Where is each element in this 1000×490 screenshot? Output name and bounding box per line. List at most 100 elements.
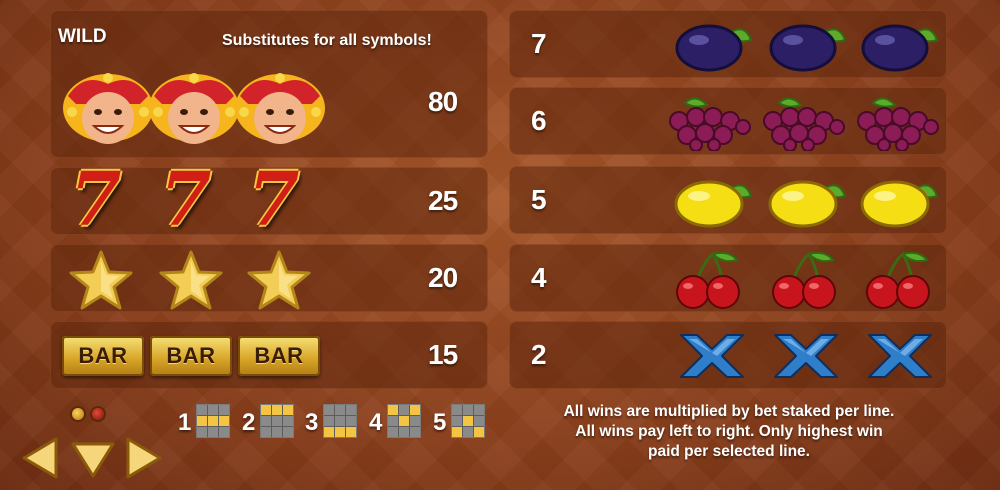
rules-line-1: All wins are multiplied by bet staked pe… [563, 403, 895, 420]
paytable-row-bar: BAR BAR BAR 15 [50, 321, 488, 389]
paytable-row-star: 20 [50, 244, 488, 312]
payline-1-grid [196, 404, 230, 438]
seven-icon: 7 [160, 157, 212, 243]
payline-cell [399, 427, 409, 437]
plum-icon [861, 24, 939, 72]
bar-payout: 15 [428, 339, 458, 370]
payline-cell [335, 416, 345, 426]
payline-cell [197, 405, 207, 415]
payline-5-grid [451, 404, 485, 438]
payline-cell [208, 405, 218, 415]
payline-cell [410, 416, 420, 426]
payline-cell [197, 416, 207, 426]
grapes-icon [763, 97, 845, 151]
lemon-payout: 5 [531, 184, 547, 215]
payline-cell [388, 405, 398, 415]
star-payout: 20 [428, 262, 458, 293]
star-icon [159, 250, 223, 310]
payline-cell [474, 427, 484, 437]
payline-cell [324, 416, 334, 426]
wild-panel: WILD Substitutes for all symbols! 80 [50, 10, 488, 158]
seven-payout: 25 [428, 185, 458, 216]
payline-cell [219, 405, 229, 415]
payline-cell [219, 427, 229, 437]
payline-cell [463, 416, 473, 426]
plum-icon [769, 24, 847, 72]
seven-icon: 7 [70, 157, 122, 243]
plum-payout: 7 [531, 28, 547, 59]
payline-cell [261, 416, 271, 426]
grapes-payout: 6 [531, 105, 547, 136]
payline-cell [324, 427, 334, 437]
payline-cell [283, 416, 293, 426]
payline-number: 3 [305, 409, 319, 436]
paytable-row-x: 2 [509, 321, 947, 389]
star-icon [247, 250, 311, 310]
jester-wild-icon [149, 73, 239, 144]
payline-cell [219, 416, 229, 426]
x-symbol-icon [868, 334, 932, 378]
wild-description: Substitutes for all symbols! [222, 32, 432, 49]
payline-cell [410, 405, 420, 415]
payline-cell [283, 405, 293, 415]
payline-4-grid [387, 404, 421, 438]
bar-icon: BAR [150, 336, 232, 376]
page-dot [92, 408, 104, 420]
cherry-icon [866, 251, 930, 309]
paytable-row-grapes: 6 [509, 87, 947, 155]
page-dot-active [72, 408, 84, 420]
arrow-right-button[interactable] [124, 436, 164, 480]
payline-cell [452, 405, 462, 415]
payline-cell [283, 427, 293, 437]
payline-cell [335, 405, 345, 415]
payline-cell [272, 427, 282, 437]
payline-2-grid [260, 404, 294, 438]
payline-cell [346, 405, 356, 415]
seven-icon: 7 [248, 157, 300, 243]
payline-cell [208, 427, 218, 437]
cherry-payout: 4 [531, 262, 547, 293]
x-symbol-icon [680, 334, 744, 378]
paytable-row-lemon: 5 [509, 166, 947, 234]
arrow-left-button[interactable] [20, 436, 60, 480]
star-icon [69, 250, 133, 310]
payline-number: 2 [242, 409, 256, 436]
payline-cell [399, 405, 409, 415]
payline-cell [463, 427, 473, 437]
payline-cell [463, 405, 473, 415]
lemon-icon [860, 180, 939, 228]
payline-cell [208, 416, 218, 426]
paytable-row-plum: 7 [509, 10, 947, 78]
payline-cell [399, 416, 409, 426]
payline-cell [474, 416, 484, 426]
lemon-icon [768, 180, 847, 228]
bar-icon: BAR [62, 336, 144, 376]
payline-cell [261, 405, 271, 415]
payline-cell [452, 427, 462, 437]
rules-line-2: All wins pay left to right. Only highest… [575, 423, 883, 440]
payline-cell [261, 427, 271, 437]
payline-number: 1 [178, 409, 192, 436]
payline-cell [324, 405, 334, 415]
payline-cell [335, 427, 345, 437]
paytable-row-cherry: 4 [509, 244, 947, 312]
grapes-icon [857, 97, 939, 151]
x-symbol-icon [774, 334, 838, 378]
wild-payout: 80 [428, 86, 458, 117]
payline-number: 4 [369, 409, 383, 436]
payline-cell [272, 405, 282, 415]
wild-title: WILD [58, 26, 107, 47]
payline-cell [197, 427, 207, 437]
payline-cell [388, 427, 398, 437]
payline-number: 5 [433, 409, 447, 436]
lemon-icon [674, 180, 753, 228]
plum-icon [675, 24, 753, 72]
payline-cell [346, 416, 356, 426]
rules-text: All wins are multiplied by bet staked pe… [510, 402, 948, 462]
payline-cell [272, 416, 282, 426]
arrow-down-button[interactable] [70, 440, 116, 480]
payline-3-grid [323, 404, 357, 438]
bar-icon: BAR [238, 336, 320, 376]
grapes-icon [669, 97, 751, 151]
payline-cell [410, 427, 420, 437]
